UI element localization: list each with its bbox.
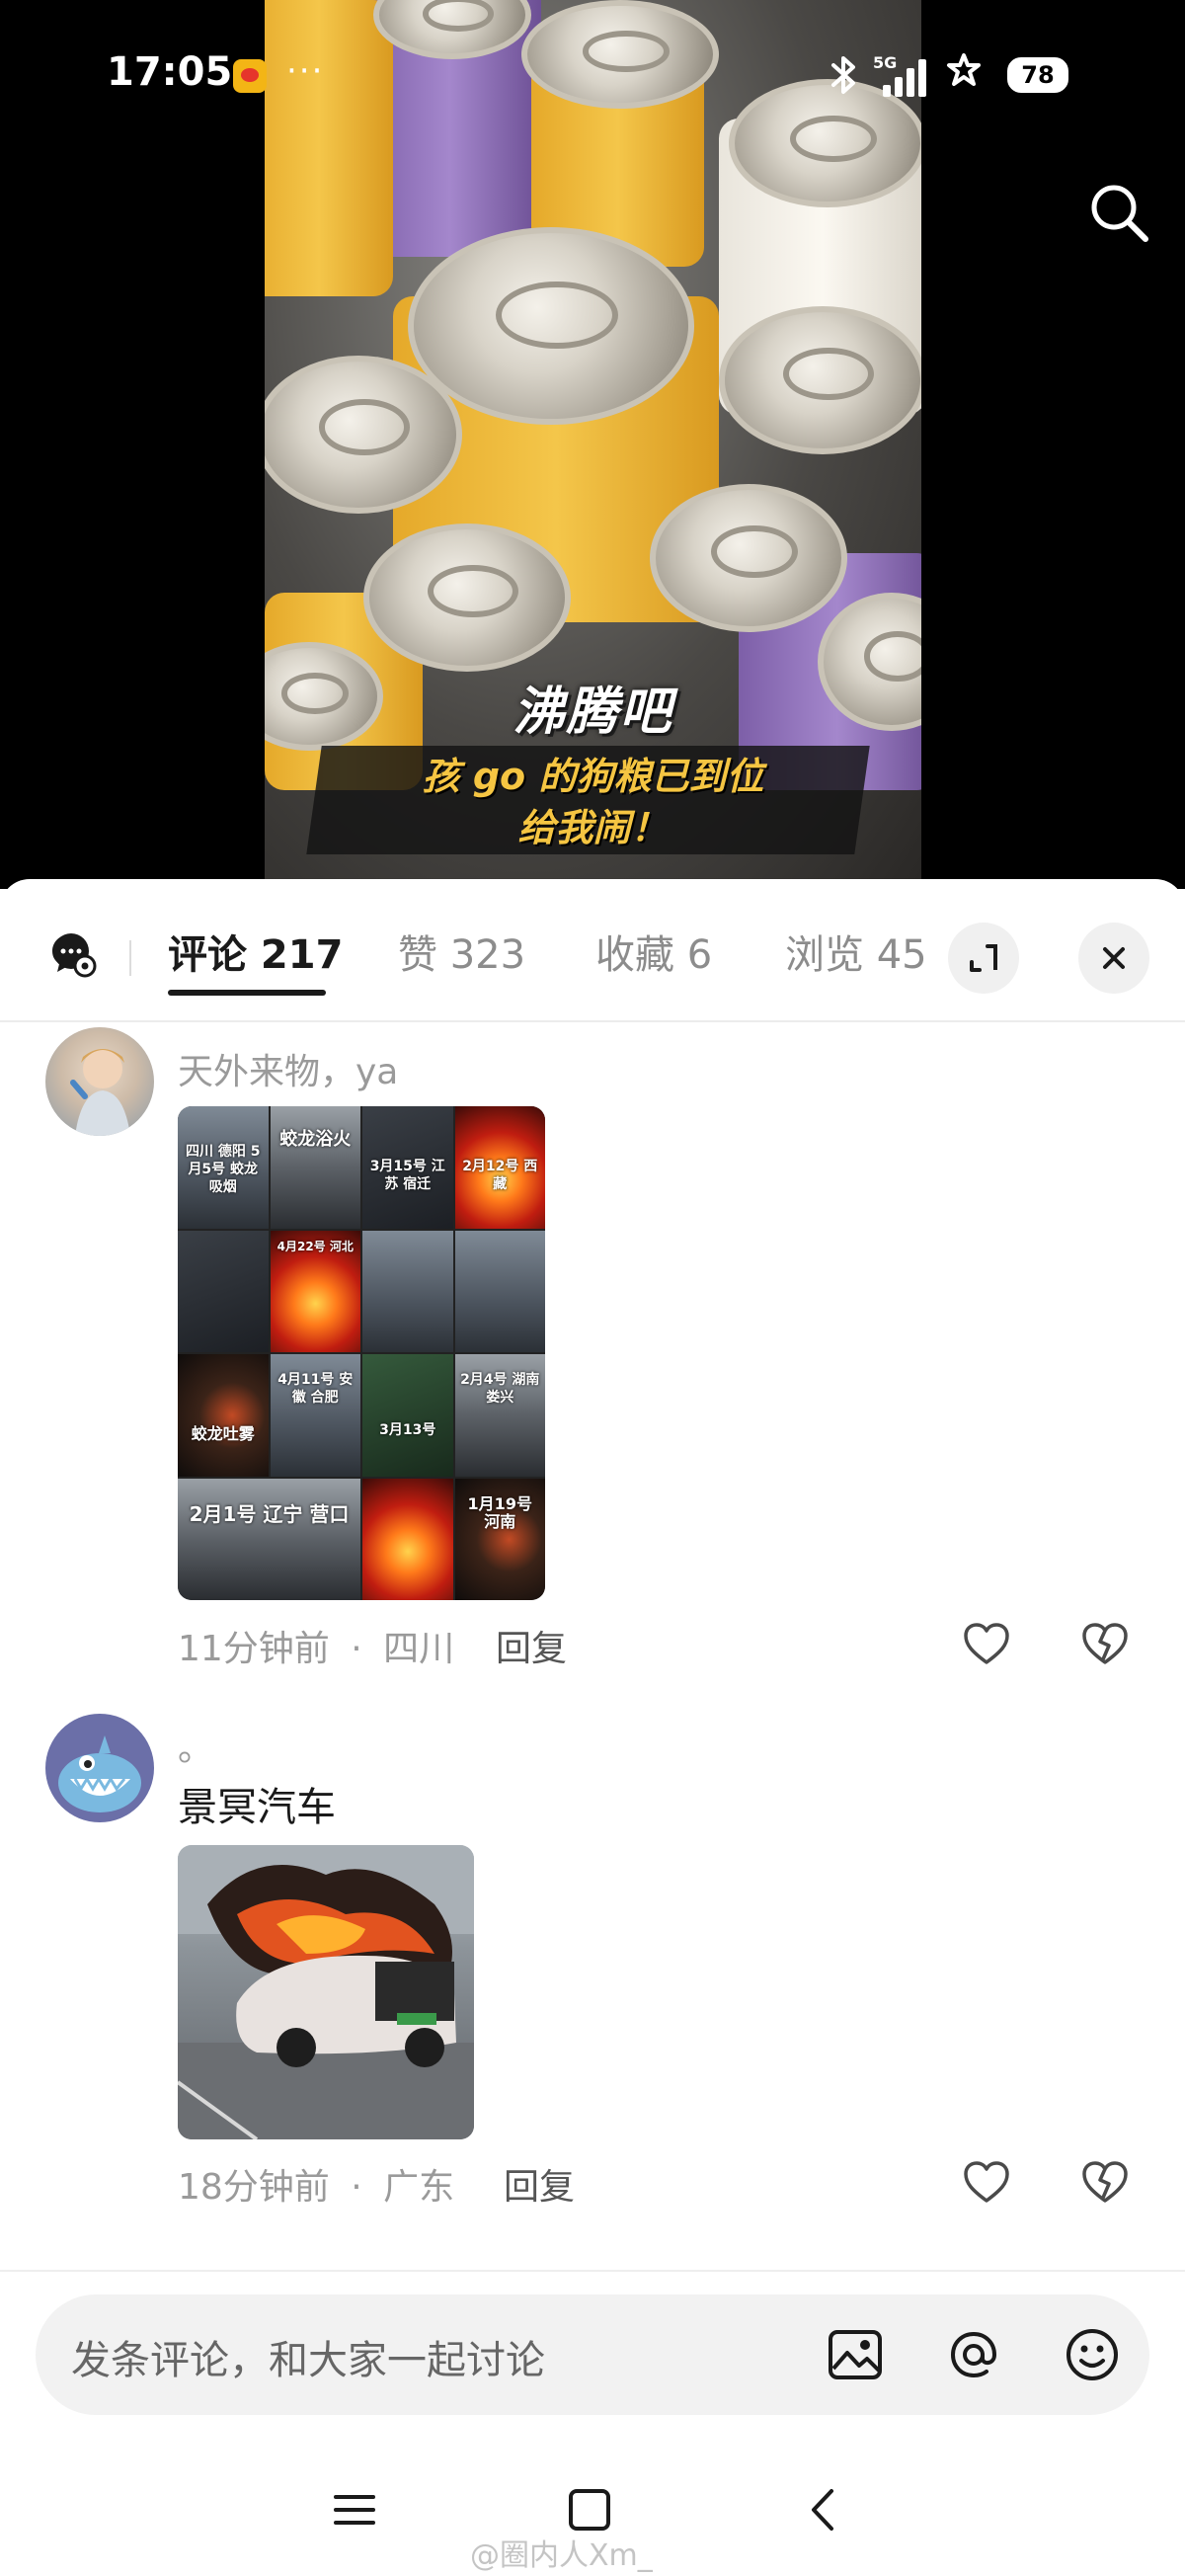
comment-time: 11分钟前 (178, 1629, 330, 1669)
comment-location: 广东 (383, 2167, 455, 2208)
collage-label: 3月15号 江苏 宿迁 (369, 1158, 445, 1192)
collage-tile: 4月22号 河北 (270, 1230, 360, 1352)
collage-tile: 1月19号 河南 (454, 1478, 545, 1600)
meta-separator: · (351, 2167, 362, 2208)
comment-image[interactable] (178, 1845, 474, 2139)
tab-separator (129, 940, 131, 976)
caption-line-1: 孩 go 的狗粮已到位 (422, 755, 764, 798)
collage-label: 1月19号 河南 (467, 1493, 532, 1531)
comment-tab-bar: 评论 217 赞 323 收藏 6 浏览 45 (0, 879, 1185, 1022)
watermark: @圈内人Xm_ (470, 2538, 653, 2573)
collage-label: 2月1号 辽宁 营口 (189, 1501, 350, 1526)
comment-meta: 18分钟前 · 广东 (178, 2158, 454, 2210)
collage-tile (362, 1230, 453, 1352)
status-bar: 17:05 ··· 5G 78 (0, 0, 1185, 148)
collage-tile: 2月1号 辽宁 营口 (178, 1478, 360, 1600)
collage-tile: 3月13号 (362, 1354, 453, 1477)
star-icon (944, 51, 984, 101)
comment-image-collage[interactable]: 四川 德阳 5月5号 蛟龙吸烟 蛟龙浴火 3月15号 江苏 宿迁 2月12号 西… (178, 1106, 545, 1600)
close-button[interactable] (1078, 923, 1149, 994)
collage-tile (362, 1478, 453, 1600)
comment-sheet: 评论 217 赞 323 收藏 6 浏览 45 天外来物，ya 四川 德阳 5月… (0, 879, 1185, 2576)
collage-label: 四川 德阳 5月5号 蛟龙吸烟 (186, 1144, 261, 1196)
collage-tile: 2月4号 湖南娄兴 (454, 1354, 545, 1477)
collage-tile: 3月15号 江苏 宿迁 (362, 1106, 453, 1229)
can-lid (408, 227, 694, 425)
video-player[interactable]: 沸腾吧 孩 go 的狗粮已到位 给我闹！ 17:05 ··· 5G 78 (0, 0, 1185, 889)
comment-time: 18分钟前 (178, 2167, 330, 2208)
back-icon[interactable] (790, 2475, 859, 2544)
tab-likes[interactable]: 赞 323 (398, 923, 525, 980)
reply-button[interactable]: 回复 (496, 1620, 567, 1671)
bluetooth-icon (828, 55, 861, 104)
collage-label: 蛟龙吐雾 (191, 1423, 255, 1443)
collage-tile: 蛟龙浴火 (270, 1106, 360, 1229)
collage-label: 4月11号 安徽 合肥 (277, 1372, 354, 1407)
comment-meta: 11分钟前 · 四川 (178, 1620, 454, 1671)
like-icon[interactable] (960, 1618, 1013, 1671)
collage-label: 3月13号 (379, 1421, 436, 1438)
image-picker-icon[interactable] (822, 2321, 889, 2388)
tab-views[interactable]: 浏览 45 (785, 923, 927, 980)
collage-tile: 4月11号 安徽 合肥 (270, 1354, 360, 1477)
collage-label: 2月4号 湖南娄兴 (460, 1372, 540, 1407)
tab-comments[interactable]: 评论 217 (168, 923, 343, 980)
search-icon[interactable] (1084, 178, 1153, 247)
collage-tile (454, 1230, 545, 1352)
meta-separator: · (351, 1629, 362, 1669)
weibo-notification-icon (233, 59, 267, 93)
video-caption-subtitle: 孩 go 的狗粮已到位 给我闹！ (265, 751, 921, 853)
emoji-icon[interactable] (1059, 2321, 1126, 2388)
can-lid (650, 484, 847, 632)
video-caption-title: 沸腾吧 (513, 683, 673, 742)
mention-icon[interactable] (940, 2321, 1007, 2388)
collage-label: 2月12号 西藏 (462, 1158, 538, 1192)
collage-label: 4月22号 河北 (276, 1239, 354, 1253)
comment-input[interactable]: 发条评论，和大家一起讨论 (36, 2294, 1149, 2415)
collage-tile (178, 1230, 269, 1352)
collage-tile: 2月12号 西藏 (454, 1106, 545, 1229)
can-lid (363, 523, 571, 672)
avatar[interactable] (45, 1027, 154, 1136)
tab-favorites[interactable]: 收藏 6 (595, 923, 712, 980)
comment-text: 景冥汽车 (178, 1785, 336, 1830)
reply-button[interactable]: 回复 (504, 2158, 575, 2210)
battery-icon: 78 (1007, 57, 1068, 93)
avatar[interactable] (45, 1714, 154, 1822)
comment-author[interactable]: 。 (178, 1720, 213, 1771)
dislike-icon[interactable] (1078, 2156, 1132, 2210)
more-notifications-icon: ··· (286, 51, 325, 91)
caption-line-2: 给我闹！ (517, 806, 669, 849)
comment-input-placeholder: 发条评论，和大家一起讨论 (71, 2338, 545, 2383)
comment-author[interactable]: 天外来物，ya (178, 1043, 398, 1094)
comment-settings-icon[interactable] (49, 930, 97, 978)
menu-icon[interactable] (320, 2475, 389, 2544)
expand-button[interactable] (948, 923, 1019, 994)
active-tab-indicator (168, 990, 326, 996)
status-time: 17:05 (107, 49, 233, 95)
signal-icon (879, 57, 926, 97)
comment-location: 四川 (383, 1629, 455, 1669)
dislike-icon[interactable] (1078, 1618, 1132, 1671)
collage-label: 蛟龙浴火 (279, 1128, 352, 1150)
input-divider (0, 2270, 1185, 2272)
like-icon[interactable] (960, 2156, 1013, 2210)
collage-tile: 蛟龙吐雾 (178, 1354, 269, 1477)
can-lid (719, 306, 921, 454)
collage-tile: 四川 德阳 5月5号 蛟龙吸烟 (178, 1106, 269, 1229)
